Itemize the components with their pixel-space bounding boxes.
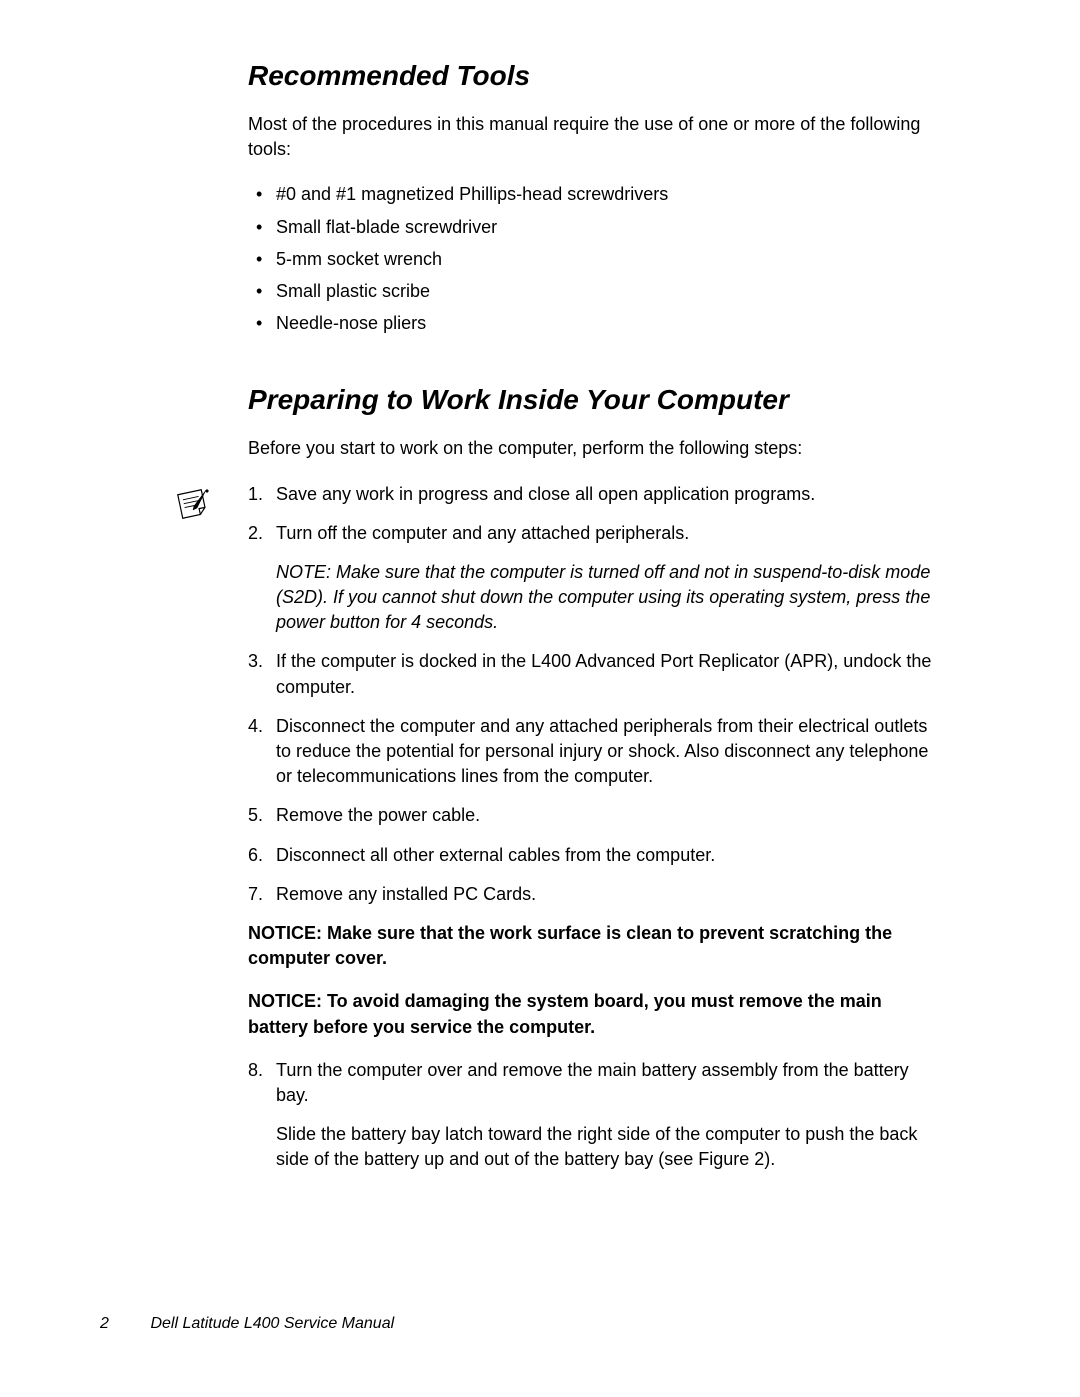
list-item: 5.Remove the power cable. bbox=[276, 803, 940, 828]
section-heading-tools: Recommended Tools bbox=[248, 60, 940, 92]
step-text: Save any work in progress and close all … bbox=[276, 484, 815, 504]
page-footer: 2 Dell Latitude L400 Service Manual bbox=[100, 1315, 394, 1333]
note-icon bbox=[174, 488, 214, 522]
steps-list: 1.Save any work in progress and close al… bbox=[248, 482, 940, 546]
step-text: Turn off the computer and any attached p… bbox=[276, 523, 689, 543]
step-text: Remove the power cable. bbox=[276, 805, 480, 825]
notice-text: NOTICE: Make sure that the work surface … bbox=[248, 921, 940, 971]
list-item: 6.Disconnect all other external cables f… bbox=[276, 843, 940, 868]
steps-list-continued: 3.If the computer is docked in the L400 … bbox=[248, 649, 940, 907]
step-text: Disconnect all other external cables fro… bbox=[276, 845, 715, 865]
list-item: 2.Turn off the computer and any attached… bbox=[276, 521, 940, 546]
step-continuation: Slide the battery bay latch toward the r… bbox=[248, 1122, 940, 1172]
tools-intro: Most of the procedures in this manual re… bbox=[248, 112, 940, 162]
list-item: #0 and #1 magnetized Phillips-head screw… bbox=[276, 182, 940, 207]
preparing-section: Preparing to Work Inside Your Computer B… bbox=[248, 384, 940, 1172]
preparing-intro: Before you start to work on the computer… bbox=[248, 436, 940, 461]
section-heading-preparing: Preparing to Work Inside Your Computer bbox=[248, 384, 940, 416]
manual-title: Dell Latitude L400 Service Manual bbox=[150, 1315, 394, 1332]
recommended-tools-section: Recommended Tools Most of the procedures… bbox=[248, 60, 940, 336]
step-text: Turn the computer over and remove the ma… bbox=[276, 1060, 909, 1105]
notice-text: NOTICE: To avoid damaging the system boa… bbox=[248, 989, 940, 1039]
step-text: Remove any installed PC Cards. bbox=[276, 884, 536, 904]
page-number: 2 bbox=[100, 1315, 146, 1333]
list-item: 7.Remove any installed PC Cards. bbox=[276, 882, 940, 907]
list-item: 5-mm socket wrench bbox=[276, 247, 940, 272]
list-item: 4.Disconnect the computer and any attach… bbox=[276, 714, 940, 790]
list-item: Small flat-blade screwdriver bbox=[276, 215, 940, 240]
step-text: Disconnect the computer and any attached… bbox=[276, 716, 928, 786]
list-item: 3.If the computer is docked in the L400 … bbox=[276, 649, 940, 699]
steps-list-final: 8.Turn the computer over and remove the … bbox=[248, 1058, 940, 1108]
list-item: Needle-nose pliers bbox=[276, 311, 940, 336]
step-text: If the computer is docked in the L400 Ad… bbox=[276, 651, 931, 696]
list-item: 8.Turn the computer over and remove the … bbox=[276, 1058, 940, 1108]
list-item: 1.Save any work in progress and close al… bbox=[276, 482, 940, 507]
note-text: NOTE: Make sure that the computer is tur… bbox=[248, 560, 940, 636]
list-item: Small plastic scribe bbox=[276, 279, 940, 304]
tools-list: #0 and #1 magnetized Phillips-head screw… bbox=[248, 182, 940, 336]
